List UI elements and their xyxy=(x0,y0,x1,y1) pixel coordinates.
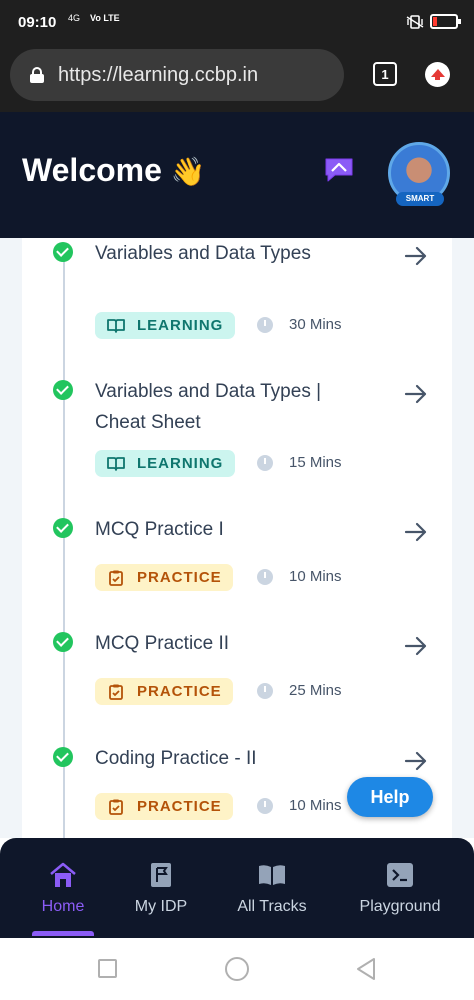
tag-label: LEARNING xyxy=(137,317,224,334)
app-header: Welcome 👋 SMART xyxy=(0,112,474,238)
item-title: Variables and Data Types | Cheat Sheet xyxy=(95,381,322,433)
tab-switcher-button[interactable]: 1 xyxy=(373,62,397,86)
avatar-badge: SMART xyxy=(396,192,444,206)
arrow-right-icon[interactable] xyxy=(404,384,428,404)
recent-apps-button[interactable] xyxy=(98,959,117,978)
update-icon[interactable] xyxy=(425,62,450,87)
nav-item-my-idp[interactable]: My IDP xyxy=(118,838,204,938)
clock-icon xyxy=(257,798,273,814)
browser-toolbar: https://learning.ccbp.in 1 xyxy=(0,44,474,112)
check-icon xyxy=(53,747,73,767)
practice-tag: PRACTICE xyxy=(95,564,233,591)
duration: 10 Mins xyxy=(289,568,342,585)
bottom-nav: Home My IDP All Tracks Playground xyxy=(0,838,474,938)
home-button[interactable] xyxy=(225,957,249,981)
clipboard-check-icon xyxy=(109,799,123,815)
learning-tag: LEARNING xyxy=(95,312,235,339)
flag-icon xyxy=(151,863,171,887)
page-title: Welcome 👋 xyxy=(22,152,206,189)
nav-label: All Tracks xyxy=(237,898,307,915)
clock-icon xyxy=(257,569,273,585)
arrow-right-icon[interactable] xyxy=(404,246,428,266)
terminal-icon xyxy=(387,863,413,887)
item-title: MCQ Practice II xyxy=(95,633,230,654)
book-open-icon xyxy=(107,456,125,471)
arrow-right-icon[interactable] xyxy=(404,636,428,656)
volte-icon: Vo LTE xyxy=(90,13,120,23)
practice-tag: PRACTICE xyxy=(95,793,233,820)
duration: 10 Mins xyxy=(289,797,342,814)
item-title: MCQ Practice I xyxy=(95,519,224,540)
check-icon xyxy=(53,632,73,652)
duration: 15 Mins xyxy=(289,454,342,471)
check-icon xyxy=(53,380,73,400)
learning-tag: LEARNING xyxy=(95,450,235,477)
duration: 25 Mins xyxy=(289,682,342,699)
check-icon xyxy=(53,518,73,538)
wave-icon: 👋 xyxy=(170,156,206,187)
nav-label: Home xyxy=(41,898,85,915)
home-icon xyxy=(50,862,76,887)
check-icon xyxy=(53,242,73,262)
nav-item-home[interactable]: Home xyxy=(20,838,106,938)
arrow-right-icon[interactable] xyxy=(404,522,428,542)
clock-icon xyxy=(257,455,273,471)
battery-icon xyxy=(430,14,461,29)
clipboard-check-icon xyxy=(109,684,123,700)
tag-label: PRACTICE xyxy=(137,569,222,586)
status-bar: 09:10 4G Vo LTE xyxy=(0,0,474,44)
item-title: Variables and Data Types xyxy=(95,243,311,264)
system-nav-bar xyxy=(0,938,474,1000)
feedback-icon[interactable] xyxy=(323,156,355,182)
url-text: https://learning.ccbp.in xyxy=(58,63,259,86)
network-icon: 4G xyxy=(68,13,81,23)
tag-label: PRACTICE xyxy=(137,798,222,815)
book-open-icon xyxy=(107,318,125,333)
status-time: 09:10 xyxy=(18,14,57,31)
active-indicator xyxy=(32,931,94,936)
tag-label: LEARNING xyxy=(137,455,224,472)
practice-tag: PRACTICE xyxy=(95,678,233,705)
vibrate-icon xyxy=(406,14,424,29)
nav-label: Playground xyxy=(359,898,441,915)
clock-icon xyxy=(257,683,273,699)
book-icon xyxy=(259,865,285,885)
duration: 30 Mins xyxy=(289,316,342,333)
welcome-text: Welcome xyxy=(22,152,162,188)
clock-icon xyxy=(257,317,273,333)
help-button[interactable]: Help xyxy=(347,777,433,817)
nav-item-playground[interactable]: Playground xyxy=(348,838,452,938)
nav-label: My IDP xyxy=(134,898,188,915)
url-bar[interactable]: https://learning.ccbp.in xyxy=(10,49,344,101)
back-button[interactable] xyxy=(355,957,377,981)
lock-icon xyxy=(30,67,44,83)
item-title: Coding Practice - II xyxy=(95,748,257,769)
arrow-right-icon[interactable] xyxy=(404,751,428,771)
nav-item-all-tracks[interactable]: All Tracks xyxy=(222,838,322,938)
tag-label: PRACTICE xyxy=(137,683,222,700)
main-content: Variables and Data Types LEARNING 30 Min… xyxy=(0,238,474,838)
clipboard-check-icon xyxy=(109,570,123,586)
